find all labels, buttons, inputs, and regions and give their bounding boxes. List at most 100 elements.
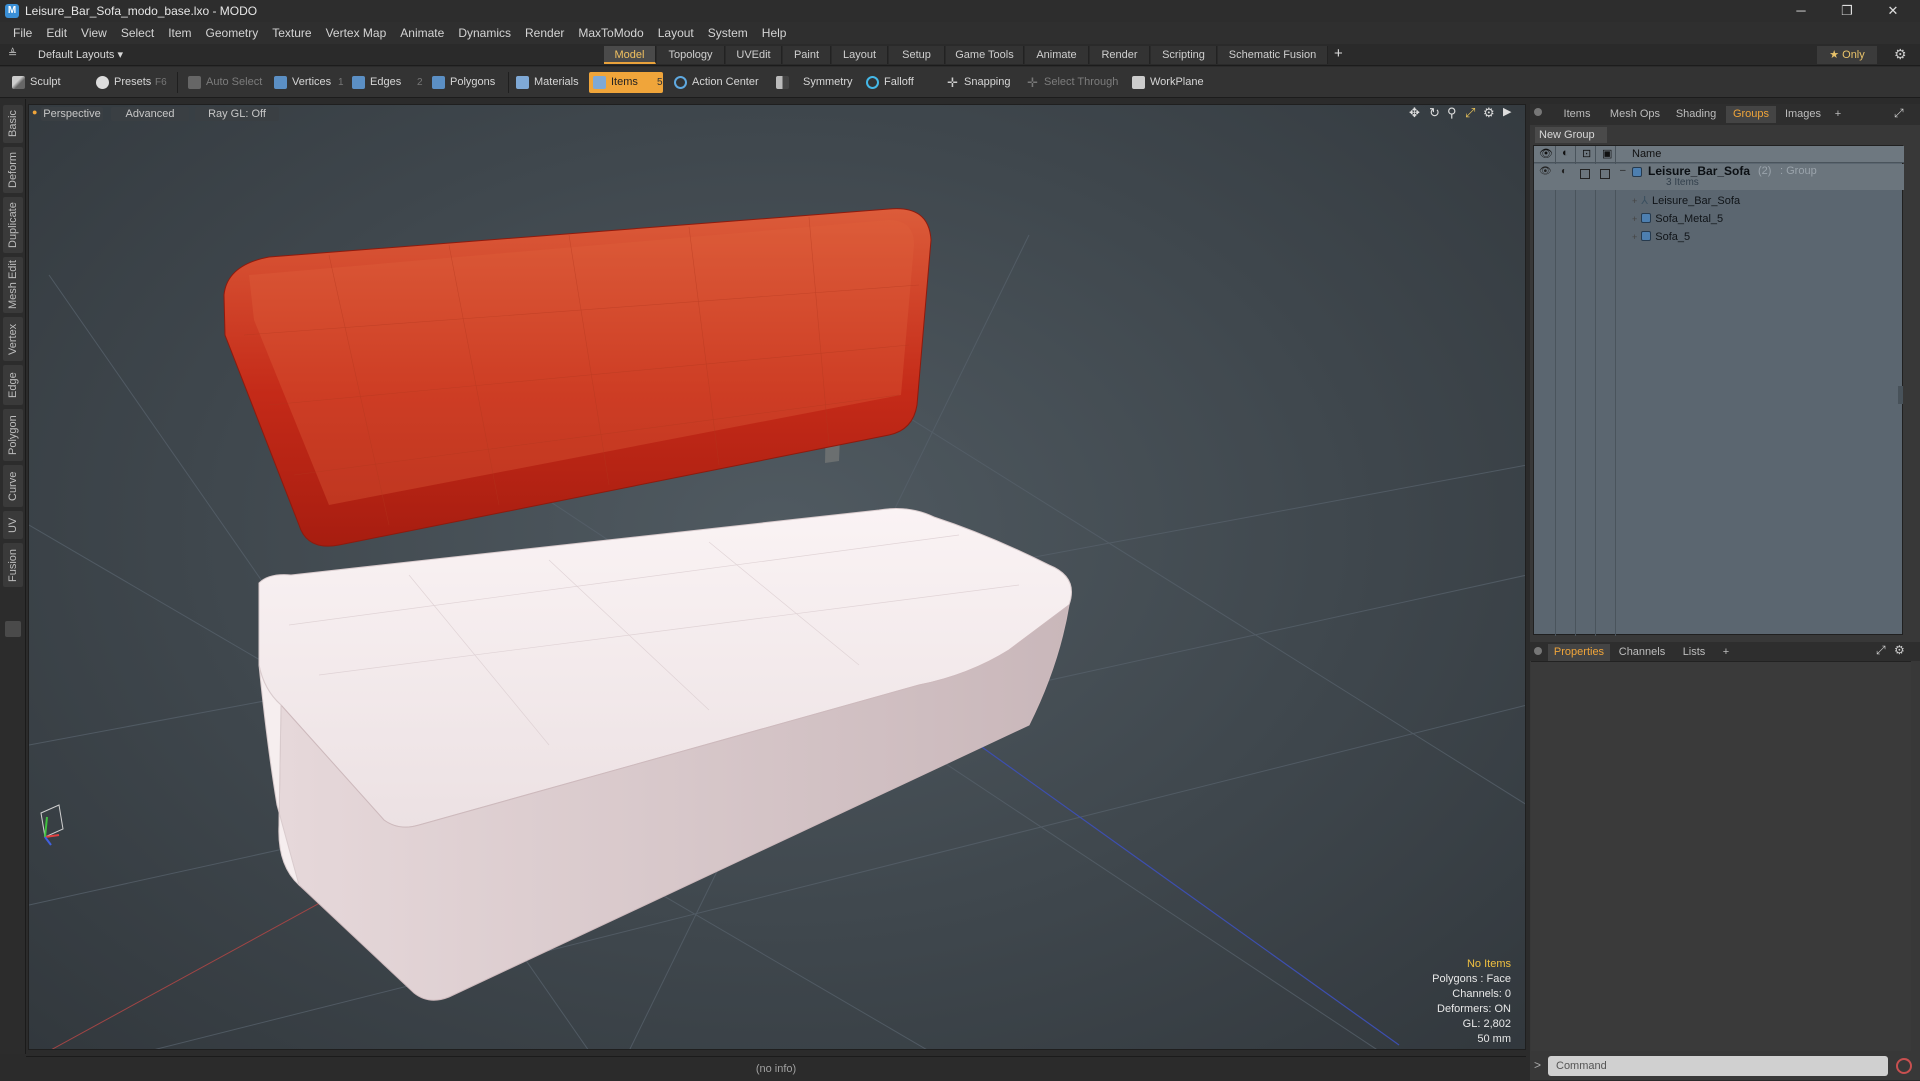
tab-edge[interactable]: Edge xyxy=(3,365,23,405)
tab-paint[interactable]: Paint xyxy=(783,46,831,64)
restore-icon[interactable]: ❐ xyxy=(1824,0,1870,22)
pan-icon[interactable]: ✥ xyxy=(1409,105,1420,121)
menu-help[interactable]: Help xyxy=(755,22,794,44)
tab-images[interactable]: Images xyxy=(1778,106,1828,123)
menu-vertex-map[interactable]: Vertex Map xyxy=(319,22,394,44)
add-properties-tab-button[interactable]: + xyxy=(1718,644,1734,661)
row-render-icon[interactable]: ◐ xyxy=(1561,166,1567,177)
collapse-arrow-icon[interactable]: – xyxy=(1620,165,1626,176)
menu-item[interactable]: Item xyxy=(161,22,198,44)
items-button[interactable]: Items xyxy=(589,72,663,93)
menu-edit[interactable]: Edit xyxy=(39,22,74,44)
toggle-panel-button[interactable] xyxy=(5,621,21,637)
viewport-settings-icon[interactable]: ⚙ xyxy=(1483,105,1495,121)
render-icon[interactable]: ◐ xyxy=(1562,147,1569,159)
expand-arrow-icon[interactable]: + xyxy=(1632,196,1637,206)
tab-curve[interactable]: Curve xyxy=(3,465,23,507)
sculpt-button[interactable]: Sculpt xyxy=(8,72,86,93)
command-input[interactable]: Command xyxy=(1548,1056,1888,1076)
tab-polygon[interactable]: Polygon xyxy=(3,409,23,461)
action-center-button[interactable]: Action Center xyxy=(670,72,770,93)
add-layout-tab-button[interactable]: + xyxy=(1334,45,1343,62)
tab-deform[interactable]: Deform xyxy=(3,147,23,193)
zoom-icon[interactable]: ⚲ xyxy=(1447,105,1457,121)
polygons-button[interactable]: Polygons xyxy=(428,72,506,93)
tab-items[interactable]: Items xyxy=(1552,106,1602,123)
record-icon[interactable] xyxy=(1896,1058,1912,1074)
tab-properties[interactable]: Properties xyxy=(1548,644,1610,661)
tab-uvedit[interactable]: UVEdit xyxy=(726,46,782,64)
tab-scripting[interactable]: Scripting xyxy=(1151,46,1217,64)
row-visibility-icon[interactable]: 👁 xyxy=(1539,166,1552,177)
row-select-checkbox[interactable] xyxy=(1600,169,1610,179)
tab-mesh-edit[interactable]: Mesh Edit xyxy=(3,257,23,313)
expand-arrow-icon[interactable]: + xyxy=(1632,214,1637,224)
tab-animate[interactable]: Animate xyxy=(1025,46,1089,64)
panel-options-icon[interactable] xyxy=(1534,108,1542,116)
workplane-button[interactable]: WorkPlane xyxy=(1128,72,1212,93)
gear-icon[interactable]: ⚙ xyxy=(1894,46,1907,63)
menu-view[interactable]: View xyxy=(74,22,114,44)
tab-vertex[interactable]: Vertex xyxy=(3,317,23,361)
tab-render[interactable]: Render xyxy=(1090,46,1150,64)
materials-button[interactable]: Materials xyxy=(512,72,592,93)
snapping-button[interactable]: ✛ Snapping xyxy=(942,72,1022,93)
properties-options-icon[interactable] xyxy=(1534,647,1542,655)
tab-setup[interactable]: Setup xyxy=(889,46,945,64)
list-item[interactable]: + Sofa_Metal_5 xyxy=(1632,210,1723,228)
menu-select[interactable]: Select xyxy=(114,22,161,44)
tab-uv[interactable]: UV xyxy=(3,511,23,539)
visibility-eye-icon[interactable]: 👁 xyxy=(1539,147,1553,160)
tab-game-tools[interactable]: Game Tools xyxy=(946,46,1024,64)
select-through-button[interactable]: ✛ Select Through xyxy=(1022,72,1122,93)
edges-button[interactable]: Edges xyxy=(348,72,414,93)
expand-arrow-icon[interactable]: + xyxy=(1632,232,1637,242)
shading-dropdown[interactable]: Advanced xyxy=(111,107,189,121)
layout-menu-icon[interactable]: ≜ xyxy=(8,47,22,61)
falloff-button[interactable]: Falloff xyxy=(862,72,942,93)
select-icon[interactable]: ▣ xyxy=(1602,147,1612,160)
menu-texture[interactable]: Texture xyxy=(265,22,318,44)
list-item[interactable]: + Sofa_5 xyxy=(1632,228,1690,246)
raygl-toggle[interactable]: Ray GL: Off xyxy=(195,107,279,121)
tab-fusion[interactable]: Fusion xyxy=(3,543,23,587)
view-mode-dropdown[interactable]: Perspective xyxy=(41,107,103,121)
tab-basic[interactable]: Basic xyxy=(3,105,23,143)
menu-geometry[interactable]: Geometry xyxy=(199,22,266,44)
tab-groups[interactable]: Groups xyxy=(1726,106,1776,123)
auto-select-button[interactable]: Auto Select xyxy=(184,72,266,93)
vertices-button[interactable]: Vertices xyxy=(270,72,340,93)
minimize-icon[interactable]: ─ xyxy=(1778,0,1824,22)
group-row-selected[interactable]: 👁 ◐ – Leisure_Bar_Sofa (2) : Group 3 Ite… xyxy=(1534,164,1904,190)
list-item[interactable]: + ⅄ Leisure_Bar_Sofa xyxy=(1632,192,1740,210)
maximize-viewport-icon[interactable]: ⤢ xyxy=(1465,105,1475,121)
tab-lists[interactable]: Lists xyxy=(1674,644,1714,661)
row-lock-checkbox[interactable] xyxy=(1580,169,1590,179)
menu-animate[interactable]: Animate xyxy=(393,22,451,44)
tab-mesh-ops[interactable]: Mesh Ops xyxy=(1604,106,1666,123)
rotate-icon[interactable]: ↻ xyxy=(1429,105,1440,121)
new-group-button[interactable]: New Group xyxy=(1535,127,1607,143)
3d-viewport[interactable]: ● Perspective Advanced Ray GL: Off ✥ ↻ ⚲… xyxy=(28,104,1526,1050)
lock-icon[interactable]: ⊡ xyxy=(1582,147,1591,160)
menu-render[interactable]: Render xyxy=(518,22,571,44)
add-tab-button[interactable]: + xyxy=(1830,106,1846,123)
viewport-expand-icon[interactable]: ▶ xyxy=(1503,105,1511,118)
menu-file[interactable]: File xyxy=(6,22,39,44)
tab-layout[interactable]: Layout xyxy=(832,46,888,64)
menu-layout[interactable]: Layout xyxy=(651,22,701,44)
expand-panel-icon[interactable]: ⤢ xyxy=(1894,106,1904,121)
tab-shading[interactable]: Shading xyxy=(1668,106,1724,123)
tab-channels[interactable]: Channels xyxy=(1614,644,1670,661)
only-toggle[interactable]: ★ Only xyxy=(1817,46,1877,64)
layout-preset-dropdown[interactable]: Default Layouts ▾ xyxy=(38,46,123,64)
menu-dynamics[interactable]: Dynamics xyxy=(451,22,518,44)
menu-maxtomodo[interactable]: MaxToModo xyxy=(571,22,650,44)
tab-schematic-fusion[interactable]: Schematic Fusion xyxy=(1218,46,1328,64)
tab-duplicate[interactable]: Duplicate xyxy=(3,197,23,253)
tab-model[interactable]: Model xyxy=(604,46,656,64)
list-scrollbar[interactable] xyxy=(1898,386,1903,404)
tab-topology[interactable]: Topology xyxy=(657,46,725,64)
symmetry-button[interactable]: Symmetry xyxy=(772,72,858,93)
properties-settings-icon[interactable]: ⚙ xyxy=(1894,643,1905,657)
